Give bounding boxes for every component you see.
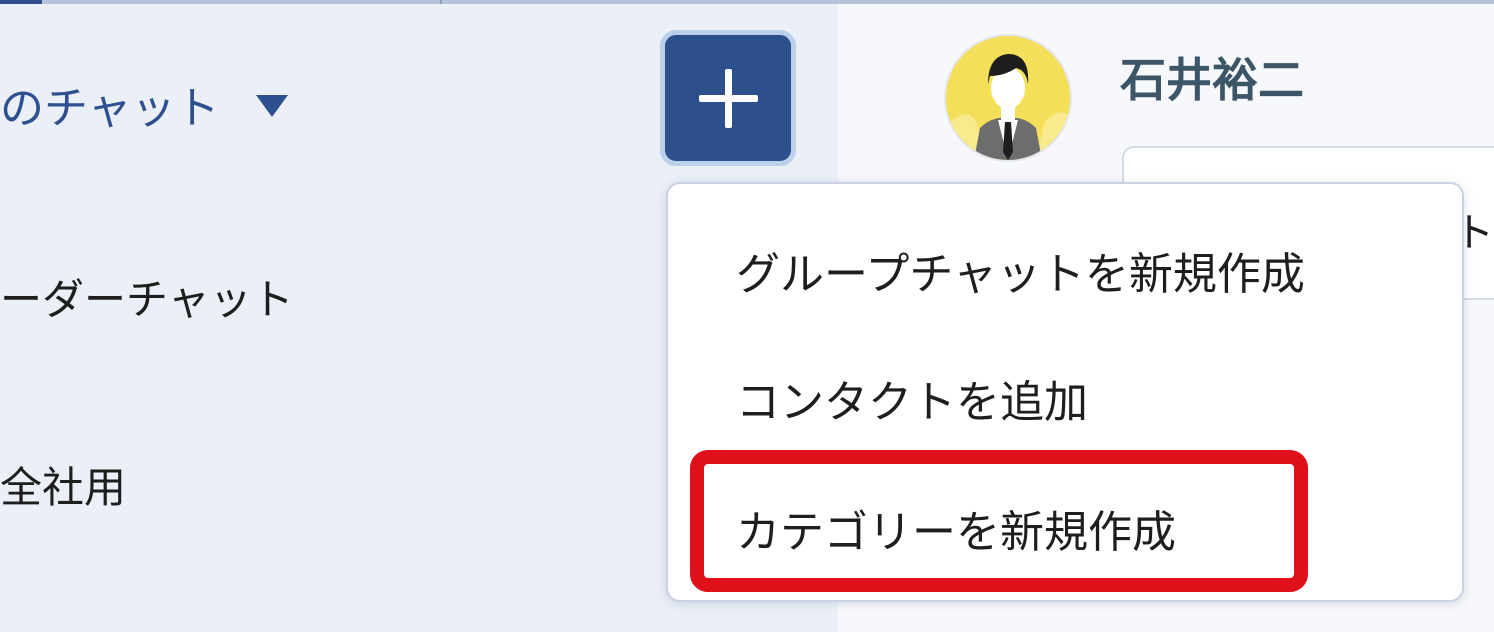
menu-item-new-group-chat[interactable]: グループチャットを新規作成 (736, 238, 1305, 302)
new-menu-dropdown: グループチャットを新規作成 コンタクトを追加 カテゴリーを新規作成 (666, 182, 1464, 602)
menu-item-new-category[interactable]: カテゴリーを新規作成 (736, 496, 1176, 560)
sidebar-item-company[interactable]: 全社用 (0, 454, 126, 515)
person-avatar-icon (946, 36, 1070, 160)
avatar[interactable] (946, 36, 1070, 160)
sidebar-item-leader-chat[interactable]: ーダーチャット (0, 266, 294, 327)
user-name: 石井裕二 (1120, 53, 1304, 107)
chat-category-heading[interactable]: のチャット (0, 72, 288, 136)
chat-category-label: のチャット (0, 83, 220, 134)
menu-item-add-contact[interactable]: コンタクトを追加 (736, 366, 1088, 430)
new-chat-button[interactable] (660, 30, 796, 166)
plus-icon-bar (699, 95, 758, 102)
caret-down-icon[interactable] (255, 95, 288, 117)
